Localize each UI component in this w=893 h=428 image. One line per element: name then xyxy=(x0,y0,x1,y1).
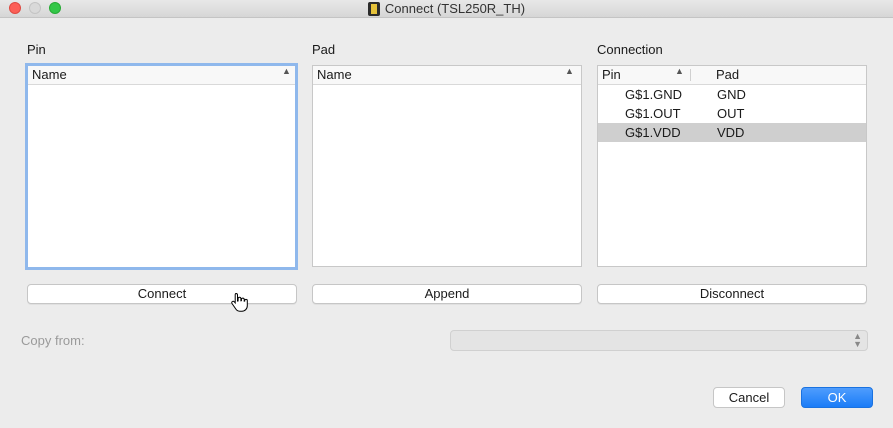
sort-ascending-icon: ▲ xyxy=(675,66,684,76)
pad-list[interactable]: Name ▲ xyxy=(312,65,582,267)
copy-from-select[interactable]: ▲ ▼ xyxy=(450,330,868,351)
window-title-group: Connect (TSL250R_TH) xyxy=(0,0,893,17)
pin-name-column-header[interactable]: Name xyxy=(28,66,282,84)
ok-button[interactable]: OK xyxy=(801,387,873,408)
pad-name-column-label: Name xyxy=(317,67,352,82)
copy-from-label: Copy from: xyxy=(21,333,85,348)
pin-list-header: Name ▲ xyxy=(28,66,295,85)
title-bar: Connect (TSL250R_TH) xyxy=(0,0,893,18)
select-arrows-icon: ▲ ▼ xyxy=(853,331,862,349)
sort-ascending-icon: ▲ xyxy=(565,66,574,76)
pad-list-header: Name ▲ xyxy=(313,66,581,85)
connection-row-pin: G$1.GND xyxy=(625,87,683,102)
connection-row-pad: VDD xyxy=(717,125,745,140)
cancel-button[interactable]: Cancel xyxy=(713,387,785,408)
connection-pad-column-header[interactable]: Pad xyxy=(712,66,739,84)
app-icon xyxy=(367,1,380,16)
pin-panel-label: Pin xyxy=(27,42,46,57)
connection-panel-label: Connection xyxy=(597,42,663,57)
connection-row-pad: OUT xyxy=(717,106,745,121)
connection-row-pin: G$1.VDD xyxy=(625,125,681,140)
connection-pad-column-label: Pad xyxy=(716,67,740,82)
append-button[interactable]: Append xyxy=(312,284,582,304)
column-divider xyxy=(690,69,691,81)
pad-panel-label: Pad xyxy=(312,42,336,57)
connect-button[interactable]: Connect xyxy=(27,284,297,304)
pin-name-column-label: Name xyxy=(32,67,67,82)
connection-list-header: Pin ▲ Pad xyxy=(598,66,866,85)
pin-list[interactable]: Name ▲ xyxy=(25,63,298,270)
pad-name-column-header[interactable]: Name xyxy=(313,66,567,84)
connection-row-pad: GND xyxy=(717,87,746,102)
connection-row[interactable]: G$1.GND GND xyxy=(598,85,866,104)
connection-row-pin: G$1.OUT xyxy=(625,106,681,121)
hand-pointer-icon xyxy=(231,292,248,312)
sort-ascending-icon: ▲ xyxy=(282,66,291,76)
window-title: Connect (TSL250R_TH) xyxy=(384,1,526,16)
connection-row-selected[interactable]: G$1.VDD VDD xyxy=(598,123,866,142)
connection-row[interactable]: G$1.OUT OUT xyxy=(598,104,866,123)
connection-pin-column-header[interactable]: Pin xyxy=(598,66,687,84)
disconnect-button[interactable]: Disconnect xyxy=(597,284,867,304)
connection-list[interactable]: Pin ▲ Pad G$1.GND GND G$1.OUT OUT G$1.VD… xyxy=(597,65,867,267)
connection-pin-column-label: Pin xyxy=(602,67,621,82)
